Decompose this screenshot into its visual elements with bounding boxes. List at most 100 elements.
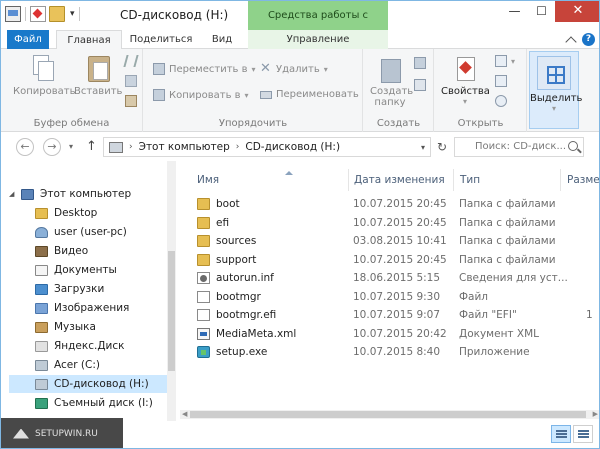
nav-item-cd-drive[interactable]: CD-дисковод (H:) bbox=[9, 375, 167, 393]
copy-to-button[interactable]: Копировать в ▾ bbox=[153, 89, 249, 101]
file-row[interactable]: bootmgr.efi 10.07.2015 9:07 Файл "EFI" 1 bbox=[180, 306, 599, 325]
column-header-name[interactable]: Имя bbox=[197, 169, 347, 191]
nav-item-label: CD-дисковод (H:) bbox=[54, 378, 149, 390]
nav-item-yandex-disk[interactable]: Яндекс.Диск bbox=[1, 337, 167, 355]
new-item-icon bbox=[414, 57, 426, 69]
file-name: MediaMeta.xml bbox=[216, 327, 297, 340]
column-header-date[interactable]: Дата изменения bbox=[354, 169, 454, 191]
paste-shortcut-button[interactable] bbox=[125, 95, 137, 107]
file-row[interactable]: setup.exe 10.07.2015 8:40 Приложение bbox=[180, 343, 599, 362]
watermark-logo-icon bbox=[13, 428, 29, 439]
close-button[interactable]: ✕ bbox=[555, 1, 599, 22]
file-row[interactable]: efi 10.07.2015 20:45 Папка с файлами bbox=[180, 214, 599, 233]
file-row[interactable]: boot 10.07.2015 20:45 Папка с файлами bbox=[180, 195, 599, 214]
select-button[interactable]: Выделить ▾ bbox=[529, 51, 582, 129]
history-button[interactable] bbox=[495, 95, 507, 107]
details-view-icon[interactable] bbox=[551, 425, 571, 443]
up-arrow-icon[interactable]: ↑ bbox=[86, 139, 97, 154]
breadcrumb-separator-icon[interactable]: › bbox=[236, 142, 240, 152]
nav-item-this-pc[interactable]: ◢ Этот компьютер bbox=[1, 185, 167, 203]
tab-share[interactable]: Поделиться bbox=[127, 30, 195, 49]
file-type: Папка с файлами bbox=[459, 235, 556, 247]
easy-access-button[interactable] bbox=[414, 79, 426, 91]
copy-button[interactable]: Копировать bbox=[13, 53, 75, 97]
toolbar-divider bbox=[78, 7, 80, 21]
column-divider[interactable] bbox=[453, 169, 454, 191]
file-row[interactable]: autorun.inf 18.06.2015 5:15 Сведения для… bbox=[180, 269, 599, 288]
dropdown-arrow-icon: ▾ bbox=[551, 104, 556, 113]
ribbon: Копировать Вставить Буфер обмена Перемес… bbox=[1, 49, 599, 132]
customize-toolbar-dropdown-icon[interactable]: ▾ bbox=[70, 9, 75, 19]
nav-item-music[interactable]: Музыка bbox=[1, 318, 167, 336]
copy-icon bbox=[29, 53, 55, 83]
column-divider[interactable] bbox=[348, 169, 349, 191]
nav-item-documents[interactable]: Документы bbox=[1, 261, 167, 279]
nav-item-removable-drive[interactable]: Съемный диск (I:) bbox=[1, 394, 167, 412]
file-row[interactable]: MediaMeta.xml 10.07.2015 20:42 Документ … bbox=[180, 325, 599, 344]
address-bar[interactable]: › Этот компьютер › CD-дисковод (H:) ▾ bbox=[103, 137, 431, 157]
file-row[interactable]: sources 03.08.2015 10:41 Папка с файлами bbox=[180, 232, 599, 251]
tab-view[interactable]: Вид bbox=[201, 30, 243, 49]
refresh-button[interactable]: ↻ bbox=[433, 138, 451, 156]
back-button[interactable]: ← bbox=[16, 138, 34, 156]
nav-item-downloads[interactable]: Загрузки bbox=[1, 280, 167, 298]
properties-button[interactable]: Свойства ▾ bbox=[441, 53, 490, 106]
tab-home[interactable]: Главная bbox=[56, 30, 122, 50]
breadcrumb-separator-icon[interactable]: › bbox=[129, 142, 133, 152]
open-button[interactable]: ▾ bbox=[495, 55, 515, 67]
navigation-pane-scrollbar[interactable] bbox=[167, 161, 176, 429]
new-folder-icon[interactable] bbox=[49, 6, 65, 22]
column-divider[interactable] bbox=[560, 169, 561, 191]
tab-file[interactable]: Файл bbox=[7, 30, 49, 49]
column-header-type[interactable]: Тип bbox=[460, 169, 560, 191]
scrollbar-thumb[interactable] bbox=[168, 251, 175, 371]
nav-item-desktop[interactable]: Desktop bbox=[1, 204, 167, 222]
breadcrumb-item[interactable]: Этот компьютер bbox=[139, 141, 230, 153]
horizontal-scrollbar[interactable]: ◀ ▶ bbox=[180, 410, 599, 419]
new-folder-button[interactable]: Создать папку bbox=[370, 53, 413, 108]
nav-item-label: Изображения bbox=[54, 302, 130, 314]
search-placeholder: Поиск: CD-диск... bbox=[475, 141, 567, 152]
search-input[interactable]: Поиск: CD-диск... bbox=[454, 137, 584, 157]
nav-item-videos[interactable]: Видео bbox=[1, 242, 167, 260]
organize-group: Переместить в ▾ Копировать в ▾ ✕ Удалить… bbox=[144, 49, 363, 132]
toolbar-divider bbox=[25, 7, 26, 21]
rename-icon bbox=[260, 90, 272, 99]
help-icon[interactable]: ? bbox=[582, 33, 595, 46]
column-header-size[interactable]: Разме bbox=[567, 169, 599, 191]
forward-button[interactable]: → bbox=[43, 138, 61, 156]
file-row[interactable]: support 10.07.2015 20:45 Папка с файлами bbox=[180, 251, 599, 270]
new-item-button[interactable] bbox=[414, 57, 426, 69]
scrollbar-thumb[interactable] bbox=[190, 411, 586, 418]
minimize-button[interactable]: — bbox=[501, 1, 528, 22]
edit-button[interactable] bbox=[495, 75, 507, 87]
rename-button[interactable]: Переименовать bbox=[260, 89, 359, 100]
explorer-app-icon[interactable] bbox=[5, 6, 21, 22]
usb-drive-icon bbox=[35, 397, 48, 409]
delete-button[interactable]: ✕ Удалить ▾ bbox=[260, 62, 328, 75]
tab-manage[interactable]: Управление bbox=[248, 30, 388, 49]
recent-locations-dropdown-icon[interactable]: ▾ bbox=[69, 142, 73, 151]
cd-drive-icon bbox=[35, 378, 48, 390]
large-icons-view-icon[interactable] bbox=[573, 425, 593, 443]
expander-icon[interactable]: ◢ bbox=[9, 185, 17, 203]
file-row[interactable]: bootmgr 10.07.2015 9:30 Файл bbox=[180, 288, 599, 307]
nav-item-label: Загрузки bbox=[54, 283, 105, 295]
maximize-button[interactable]: ☐ bbox=[528, 1, 555, 22]
scroll-right-icon[interactable]: ▶ bbox=[593, 410, 598, 419]
column-header-label: Имя bbox=[197, 174, 220, 186]
collapse-ribbon-icon[interactable] bbox=[565, 35, 577, 48]
nav-item-user[interactable]: user (user-pc) bbox=[1, 223, 167, 241]
move-to-button[interactable]: Переместить в ▾ bbox=[153, 63, 256, 75]
scroll-left-icon[interactable]: ◀ bbox=[182, 410, 187, 419]
copy-path-button[interactable] bbox=[125, 75, 137, 87]
breadcrumb-item[interactable]: CD-дисковод (H:) bbox=[245, 141, 340, 153]
downloads-folder-icon bbox=[35, 283, 48, 295]
clipboard-group-label: Буфер обмена bbox=[33, 118, 110, 129]
nav-item-drive-c[interactable]: Acer (C:) bbox=[1, 356, 167, 374]
cut-button[interactable] bbox=[123, 55, 139, 67]
address-dropdown-icon[interactable]: ▾ bbox=[421, 143, 425, 152]
paste-button[interactable]: Вставить bbox=[74, 53, 122, 97]
properties-icon[interactable] bbox=[30, 6, 46, 22]
nav-item-pictures[interactable]: Изображения bbox=[1, 299, 167, 317]
